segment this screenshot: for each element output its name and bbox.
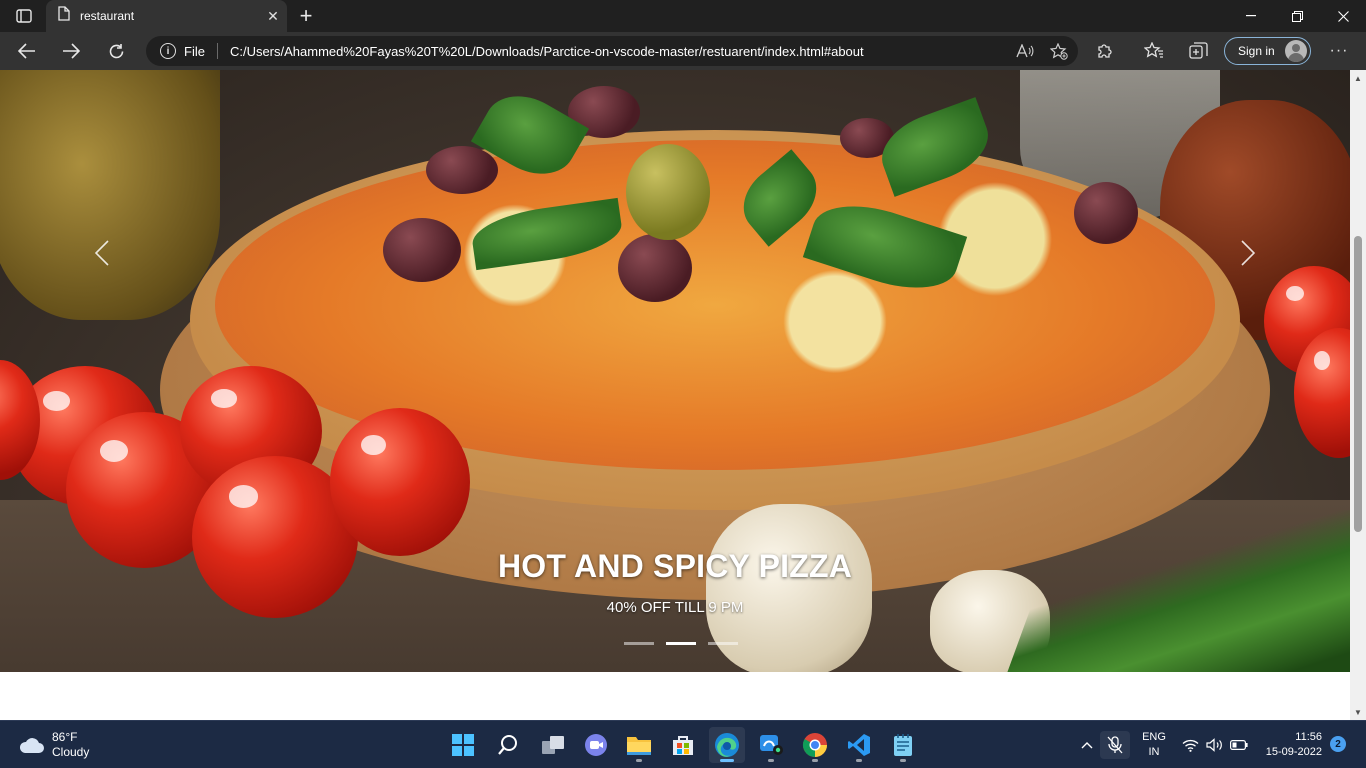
system-clock[interactable]: 11:56 15-09-2022 [1256, 730, 1322, 760]
scroll-up-icon[interactable]: ▲ [1350, 70, 1366, 86]
notification-badge[interactable]: 2 [1330, 736, 1346, 752]
site-info-icon[interactable]: i [160, 43, 176, 59]
weather-widget[interactable]: 86°F Cloudy [18, 730, 89, 760]
vscode-icon[interactable] [841, 727, 877, 763]
caption-subtitle: 40% OFF TILL 9 PM [606, 599, 744, 616]
input-language[interactable]: ENG IN [1140, 730, 1168, 760]
more-options-icon[interactable]: ··· [1324, 36, 1354, 66]
tab-title: restaurant [80, 9, 135, 23]
favorites-icon[interactable] [1139, 36, 1169, 66]
mic-muted-icon[interactable] [1100, 731, 1130, 759]
clock-date: 15-09-2022 [1265, 746, 1322, 758]
scheme-label: File [184, 43, 205, 59]
add-favorite-icon[interactable] [1044, 39, 1074, 63]
page-document-icon [58, 6, 70, 26]
task-view-icon[interactable] [535, 727, 571, 763]
hero-carousel: HOT AND SPICY PIZZA 40% OFF TILL 9 PM [0, 70, 1350, 672]
show-hidden-icons-icon[interactable] [1078, 731, 1096, 759]
weather-temp: 86°F [52, 730, 78, 744]
cloud-icon [18, 737, 44, 753]
carousel-indicators [624, 642, 738, 645]
carousel-indicator-1[interactable] [624, 642, 654, 645]
address-separator [216, 43, 218, 59]
address-bar[interactable]: i File C:/Users/Ahammed%20Fayas%20T%20L/… [146, 36, 1078, 66]
weather-text: 86°F Cloudy [52, 730, 89, 760]
start-icon[interactable] [445, 727, 481, 763]
camo-icon[interactable] [753, 727, 789, 763]
browser-titlebar: restaurant ✕ + [0, 0, 1366, 32]
volume-icon[interactable] [1204, 731, 1224, 759]
chat-icon[interactable] [578, 727, 614, 763]
wifi-icon[interactable] [1180, 731, 1200, 759]
file-explorer-icon[interactable] [621, 727, 657, 763]
search-icon[interactable] [490, 727, 526, 763]
weather-condition: Cloudy [52, 745, 90, 759]
profile-avatar-icon [1285, 40, 1307, 62]
close-window-icon[interactable] [1320, 0, 1366, 32]
caption-title: HOT AND SPICY PIZZA [497, 548, 853, 584]
page-viewport: HOT AND SPICY PIZZA 40% OFF TILL 9 PM [0, 70, 1350, 720]
new-tab-icon[interactable]: + [292, 2, 320, 30]
minimize-icon[interactable] [1228, 0, 1274, 32]
page-scrollbar[interactable]: ▲ ▼ [1350, 70, 1366, 720]
store-icon[interactable] [665, 727, 701, 763]
scroll-down-icon[interactable]: ▼ [1350, 704, 1366, 720]
battery-icon[interactable] [1228, 731, 1250, 759]
extensions-icon[interactable] [1090, 36, 1120, 66]
collections-icon[interactable] [1183, 36, 1213, 66]
notepad-icon[interactable] [885, 727, 921, 763]
chrome-icon[interactable] [797, 727, 833, 763]
carousel-prev-icon[interactable] [82, 238, 122, 268]
browser-toolbar: i File C:/Users/Ahammed%20Fayas%20T%20L/… [0, 32, 1366, 70]
read-aloud-icon[interactable] [1010, 39, 1040, 63]
tab-actions-icon[interactable] [8, 4, 40, 28]
carousel-indicator-3[interactable] [708, 642, 738, 645]
sign-in-label: Sign in [1238, 44, 1275, 58]
windows-taskbar: 86°F Cloudy ENG IN 11:56 15-09-2022 2 [0, 720, 1366, 768]
carousel-next-icon[interactable] [1228, 238, 1268, 268]
language-code: ENG [1142, 731, 1166, 743]
url-text[interactable]: C:/Users/Ahammed%20Fayas%20T%20L/Downloa… [230, 44, 1010, 59]
refresh-icon[interactable] [101, 36, 131, 66]
language-region: IN [1148, 746, 1160, 758]
edge-icon[interactable] [709, 727, 745, 763]
sign-in-button[interactable]: Sign in [1224, 37, 1311, 65]
scrollbar-thumb[interactable] [1354, 236, 1362, 532]
clock-time: 11:56 [1295, 731, 1322, 743]
forward-icon[interactable] [56, 36, 86, 66]
restore-icon[interactable] [1274, 0, 1320, 32]
browser-tab[interactable]: restaurant ✕ [46, 0, 287, 32]
carousel-indicator-2[interactable] [666, 642, 696, 645]
back-icon[interactable] [12, 36, 42, 66]
tab-close-icon[interactable]: ✕ [259, 2, 287, 30]
carousel-caption: HOT AND SPICY PIZZA 40% OFF TILL 9 PM [0, 548, 1350, 616]
